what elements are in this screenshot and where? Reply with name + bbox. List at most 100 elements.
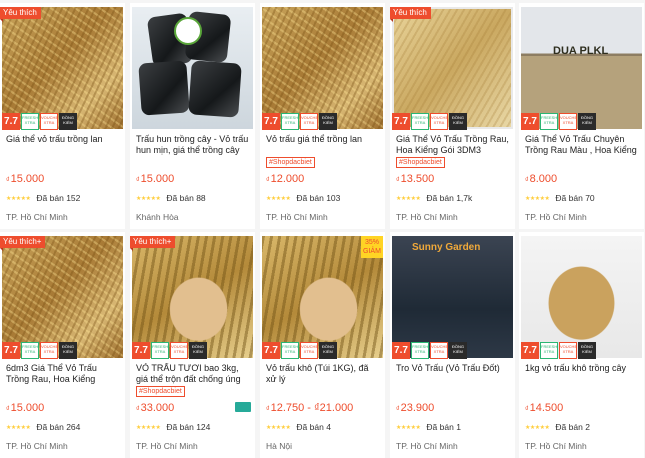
currency-symbol: ₫ <box>525 177 529 184</box>
promo-badges: 7.7 FREESHIP XTRA VOUCHER XTRA ĐỒNG KIỂM <box>262 342 337 359</box>
rating-row: ★★★★★ Đã bán 4 <box>266 422 331 432</box>
rating-row: ★★★★★ Đã bán 103 <box>266 193 340 203</box>
price-value: 15.000 <box>140 173 175 185</box>
promo-badges: 7.7 FREESHIP XTRA VOUCHER XTRA ĐỒNG KIỂM <box>392 342 467 359</box>
product-title[interactable]: Giá Thể Vỏ Trấu Trồng Rau, Hoa Kiểng Gói… <box>396 134 510 156</box>
product-card[interactable]: Yêu thích 7.7 FREESHIP XTRA VOUCHER XTRA… <box>390 3 515 229</box>
sold-prefix: Đã bán <box>36 193 64 203</box>
rating-row: ★★★★★ Đã bán 70 <box>525 193 595 203</box>
product-price: ₫14.500 <box>525 402 563 414</box>
promo-badges: 7.7 FREESHIP XTRA VOUCHER XTRA ĐỒNG KIỂM <box>2 113 77 130</box>
genuine-badge: ĐỒNG KIỂM <box>578 113 596 130</box>
sold-prefix: Đã bán <box>426 193 454 203</box>
sale-77-badge: 7.7 <box>521 113 539 130</box>
voucher-badge: VOUCHER XTRA <box>300 113 318 130</box>
shop-location: TP. Hồ Chí Minh <box>396 212 458 222</box>
sold-count: Đã bán 124 <box>166 422 210 432</box>
sold-count: Đã bán 103 <box>296 193 340 203</box>
sold-value: 70 <box>585 193 595 203</box>
product-title[interactable]: Vỏ trấu giá thể trồng lan <box>266 134 380 145</box>
product-price: ₫8.000 <box>525 173 557 185</box>
product-card[interactable]: Yêu thích+ 7.7 FREESHIP XTRA VOUCHER XTR… <box>130 232 255 458</box>
sale-77-badge: 7.7 <box>132 342 150 359</box>
currency-symbol: ₫ <box>396 177 400 184</box>
promo-badges: 7.7 FREESHIP XTRA VOUCHER XTRA ĐỒNG KIỂM <box>392 113 467 130</box>
product-card[interactable]: 7.7 FREESHIP XTRA VOUCHER XTRA ĐỒNG KIỂM… <box>519 232 644 458</box>
price-value: 13.500 <box>400 173 435 185</box>
sold-count: Đã bán 4 <box>296 422 331 432</box>
discount-badge: 35% GIẢM <box>361 236 383 258</box>
free-shipping-truck-icon <box>235 402 251 412</box>
sold-value: 1,7k <box>456 193 473 203</box>
voucher-badge: VOUCHER XTRA <box>40 113 58 130</box>
price-value: 12.750 - ₫21.000 <box>270 402 354 414</box>
favorite-badge: Yêu thích <box>390 7 431 22</box>
freeship-badge: FREESHIP XTRA <box>281 342 299 359</box>
currency-symbol: ₫ <box>266 177 270 184</box>
genuine-badge: ĐỒNG KIỂM <box>449 113 467 130</box>
product-title[interactable]: 1kg vỏ trấu khô trồng cây <box>525 363 639 374</box>
shop-location: TP. Hồ Chí Minh <box>266 212 328 222</box>
sold-value: 88 <box>196 193 206 203</box>
product-image <box>132 236 253 358</box>
shop-tag: #Shopdacbiet <box>266 157 315 168</box>
currency-symbol: ₫ <box>525 406 529 413</box>
promo-badges: 7.7 FREESHIP XTRA VOUCHER XTRA ĐỒNG KIỂM <box>521 342 596 359</box>
shop-location: TP. Hồ Chí Minh <box>525 441 587 451</box>
currency-symbol: ₫ <box>6 177 10 184</box>
shop-location: TP. Hồ Chí Minh <box>396 441 458 451</box>
product-card[interactable]: 35% GIẢM 7.7 FREESHIP XTRA VOUCHER XTRA … <box>260 232 385 458</box>
product-price: ₫15.000 <box>6 173 44 185</box>
promo-badges: 7.7 FREESHIP XTRA VOUCHER XTRA ĐỒNG KIỂM <box>262 113 337 130</box>
sale-77-badge: 7.7 <box>2 113 20 130</box>
product-title[interactable]: Trấu hun trồng cây - Vỏ trấu hun mịn, gi… <box>136 134 250 156</box>
product-price: ₫33.000 <box>136 402 174 414</box>
product-image <box>392 7 513 129</box>
freeship-badge: FREESHIP XTRA <box>411 342 429 359</box>
shop-tag: #Shopdacbiet <box>396 157 445 168</box>
star-rating-icon: ★★★★★ <box>396 424 421 431</box>
product-title[interactable]: Giá Thể Vỏ Trấu Chuyên Trồng Rau Màu , H… <box>525 134 639 156</box>
sold-value: 152 <box>66 193 81 203</box>
sold-prefix: Đã bán <box>296 193 324 203</box>
rating-row: ★★★★★ Đã bán 1 <box>396 422 461 432</box>
favorite-badge: Yêu thích <box>0 7 41 22</box>
product-card[interactable]: Sunny Garden 7.7 FREESHIP XTRA VOUCHER X… <box>390 232 515 458</box>
product-card[interactable]: 7.7 FREESHIP XTRA VOUCHER XTRA ĐỒNG KIỂM… <box>260 3 385 229</box>
product-price: ₫23.900 <box>396 402 434 414</box>
sold-prefix: Đã bán <box>166 193 194 203</box>
price-value: 33.000 <box>140 402 175 414</box>
sold-count: Đã bán 152 <box>36 193 80 203</box>
genuine-badge: ĐỒNG KIỂM <box>449 342 467 359</box>
product-title[interactable]: 6dm3 Giá Thể Vỏ Trấu Trồng Rau, Hoa Kiển… <box>6 363 120 385</box>
freeship-badge: FREESHIP XTRA <box>21 342 39 359</box>
currency-symbol: ₫ <box>266 406 270 413</box>
product-card[interactable]: Yêu thích 7.7 FREESHIP XTRA VOUCHER XTRA… <box>0 3 125 229</box>
sale-77-badge: 7.7 <box>262 113 280 130</box>
voucher-badge: VOUCHER XTRA <box>559 113 577 130</box>
sale-77-badge: 7.7 <box>2 342 20 359</box>
voucher-badge: VOUCHER XTRA <box>300 342 318 359</box>
voucher-badge: VOUCHER XTRA <box>559 342 577 359</box>
product-card[interactable]: Trấu hun trồng cây - Vỏ trấu hun mịn, gi… <box>130 3 255 229</box>
price-value: 12.000 <box>270 173 305 185</box>
product-card[interactable]: DUA PLKL 7.7 FREESHIP XTRA VOUCHER XTRA … <box>519 3 644 229</box>
star-rating-icon: ★★★★★ <box>136 424 161 431</box>
sold-value: 103 <box>326 193 341 203</box>
product-title[interactable]: Tro Vỏ Trấu (Vỏ Trấu Đốt) <box>396 363 510 374</box>
star-rating-icon: ★★★★★ <box>266 195 291 202</box>
freeship-badge: FREESHIP XTRA <box>21 113 39 130</box>
genuine-badge: ĐỒNG KIỂM <box>578 342 596 359</box>
product-title[interactable]: VỎ TRẤU TƯƠI bao 3kg, giá thể trộn đất c… <box>136 363 250 385</box>
sold-count: Đã bán 2 <box>555 422 590 432</box>
promo-badges: 7.7 FREESHIP XTRA VOUCHER XTRA ĐỒNG KIỂM <box>521 113 596 130</box>
freeship-badge: FREESHIP XTRA <box>281 113 299 130</box>
sold-value: 124 <box>196 422 211 432</box>
voucher-badge: VOUCHER XTRA <box>430 342 448 359</box>
product-card[interactable]: Yêu thích+ 7.7 FREESHIP XTRA VOUCHER XTR… <box>0 232 125 458</box>
product-title[interactable]: Vỏ trấu khô (Túi 1KG), đã xử lý <box>266 363 380 385</box>
product-image: Sunny Garden <box>392 236 513 358</box>
product-title[interactable]: Giá thể vỏ trấu trồng lan <box>6 134 120 145</box>
sold-value: 264 <box>66 422 81 432</box>
product-price: ₫13.500 <box>396 173 434 185</box>
